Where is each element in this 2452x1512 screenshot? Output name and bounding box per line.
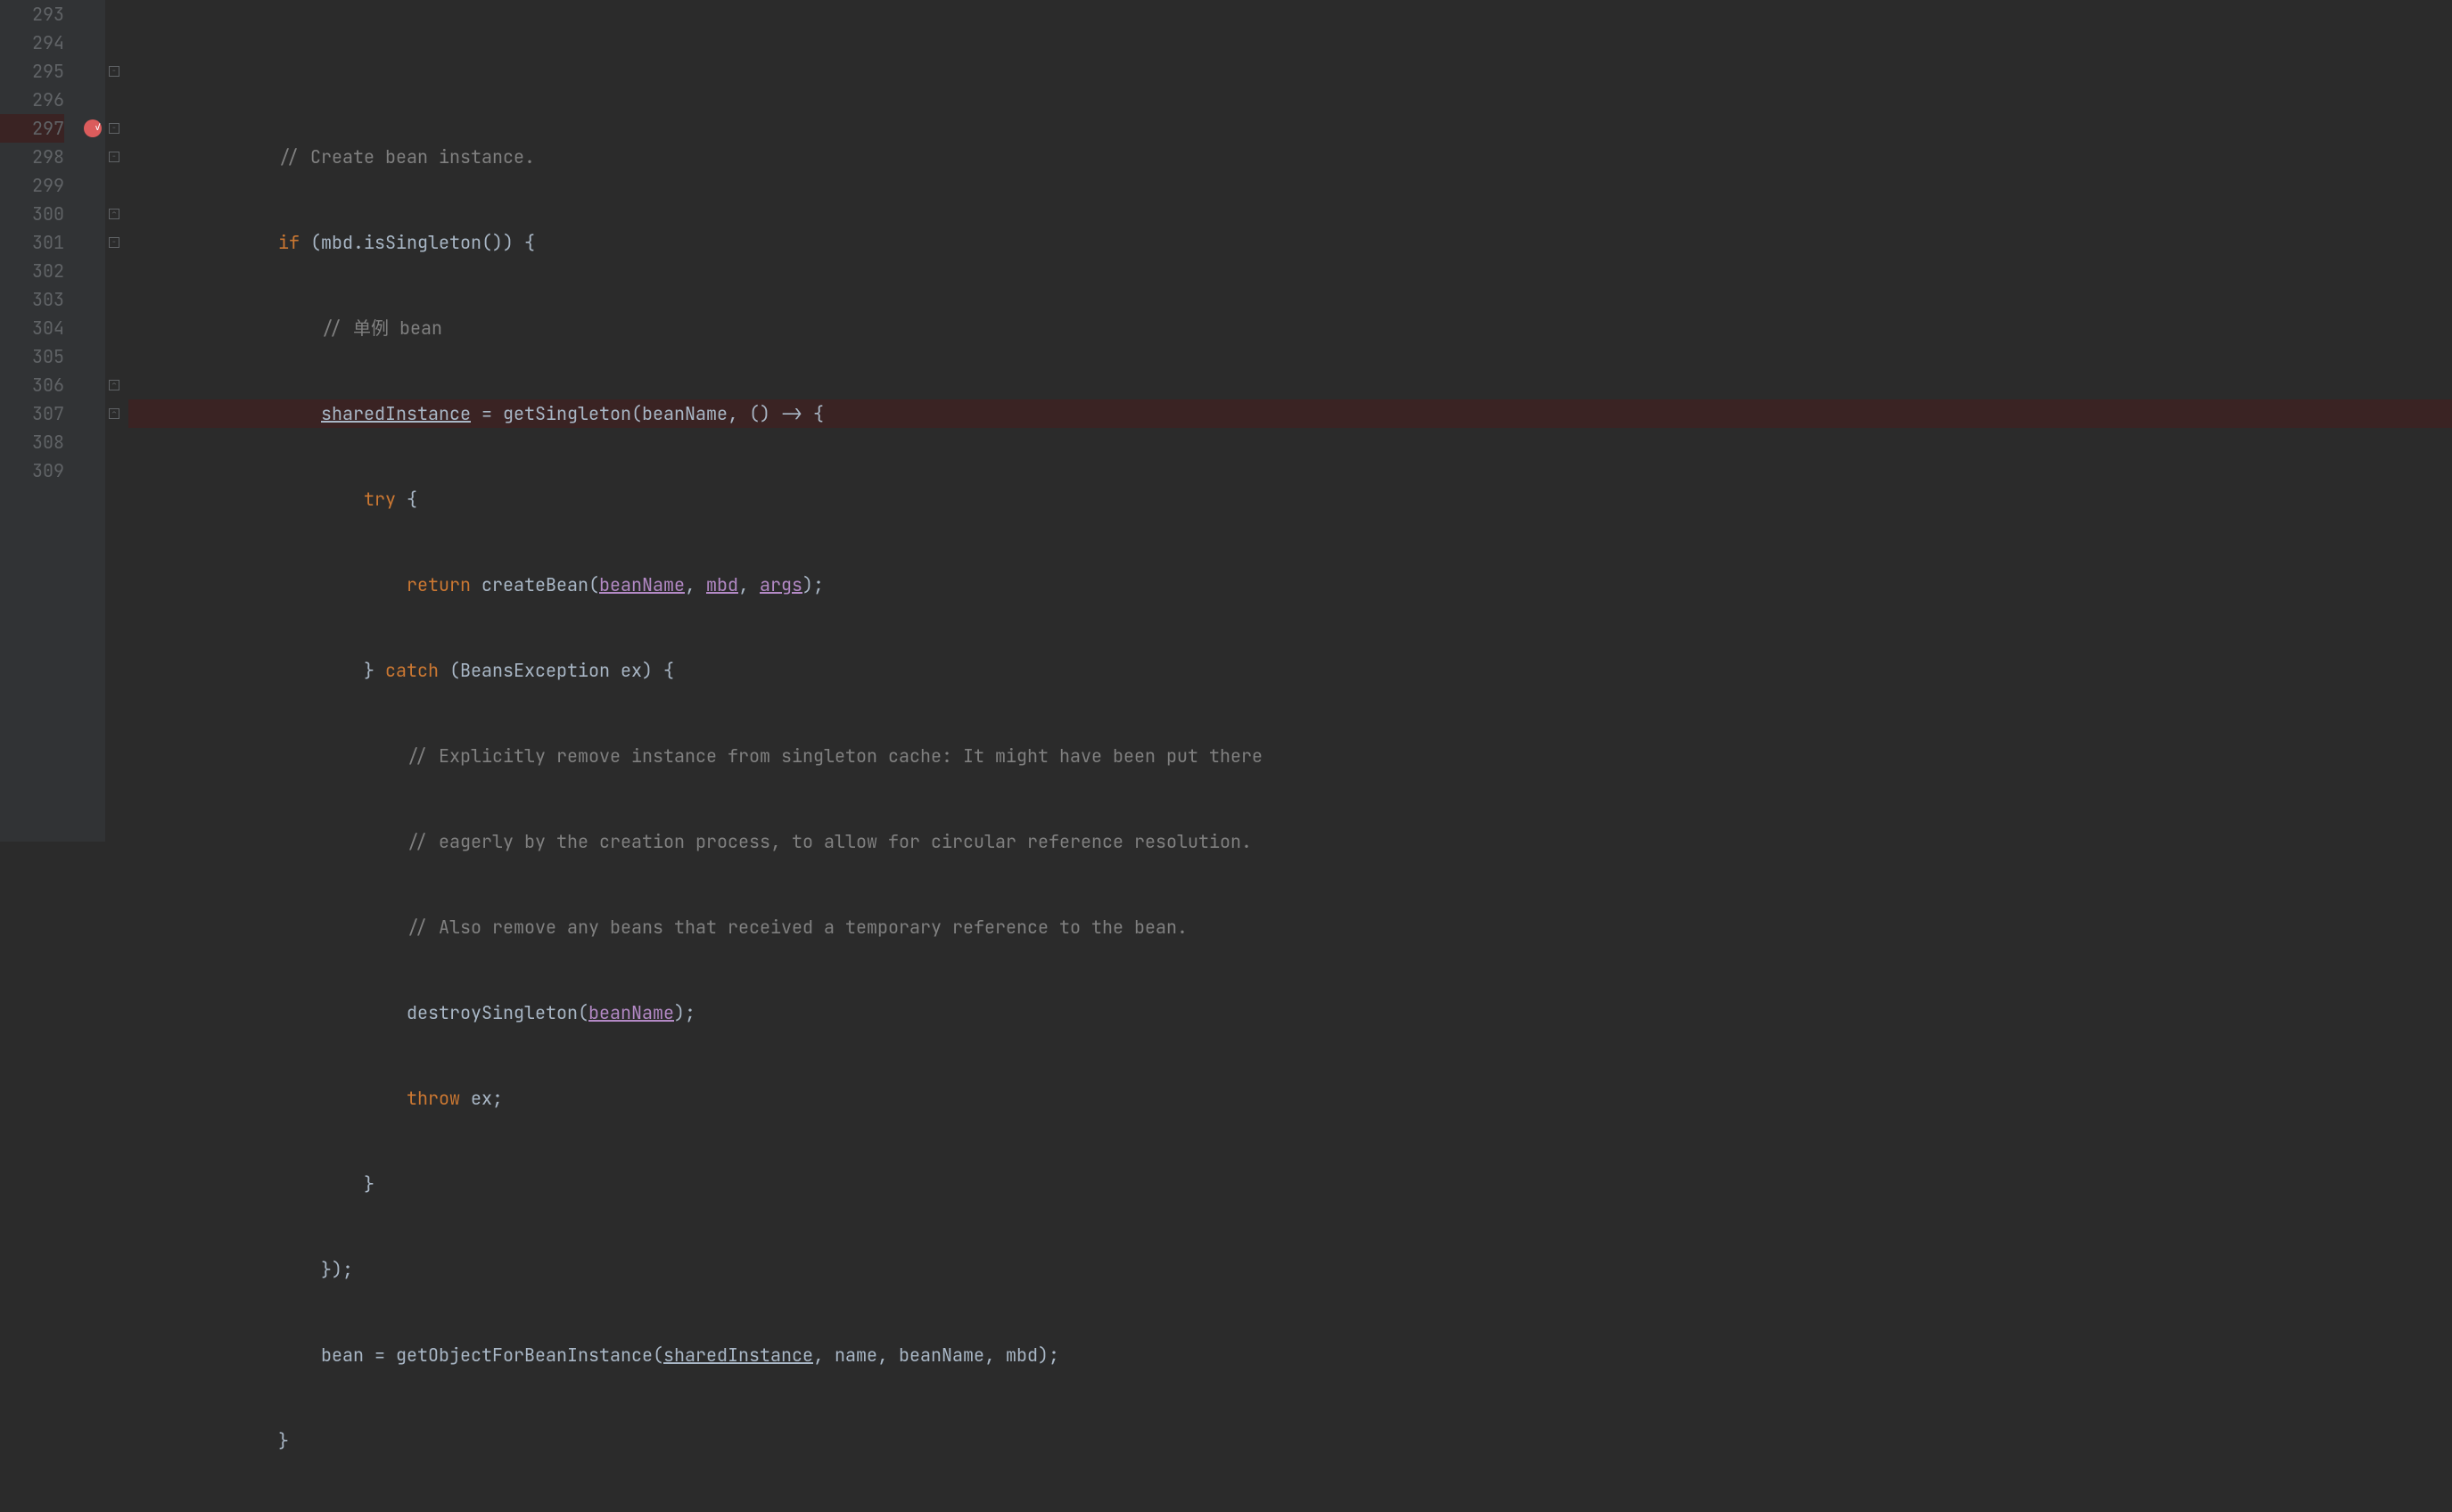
keyword-catch: catch — [385, 659, 439, 682]
keyword-if: if — [278, 231, 300, 254]
parameter: mbd — [706, 573, 738, 596]
comment: // Create bean instance. — [278, 145, 535, 168]
fold-toggle-icon[interactable] — [109, 152, 119, 162]
fold-end-icon[interactable] — [109, 380, 119, 390]
line-number[interactable]: 304 — [0, 314, 64, 342]
fold-toggle-icon[interactable] — [109, 237, 119, 248]
code-editor: 293 294 295 296 297 298 299 300 301 302 … — [0, 0, 2452, 842]
comment: // 单例 bean — [321, 316, 442, 340]
code-line[interactable]: } — [128, 1170, 2452, 1198]
code-line[interactable] — [128, 57, 2452, 86]
comment: // Explicitly remove instance from singl… — [407, 744, 1263, 768]
keyword-return: return — [407, 573, 471, 596]
breakpoint-icon[interactable] — [84, 119, 102, 137]
line-number[interactable]: 309 — [0, 456, 64, 485]
code-line[interactable]: // Also remove any beans that received a… — [128, 913, 2452, 941]
line-number[interactable]: 302 — [0, 257, 64, 285]
parameter: beanName — [588, 1001, 674, 1024]
comment: // eagerly by the creation process, to a… — [407, 830, 1252, 853]
keyword-try: try — [364, 488, 396, 511]
line-number[interactable]: 308 — [0, 428, 64, 456]
fold-end-icon[interactable] — [109, 408, 119, 419]
keyword-throw: throw — [407, 1087, 460, 1110]
code-line[interactable]: // Explicitly remove instance from singl… — [128, 742, 2452, 770]
parameter: beanName — [599, 573, 685, 596]
fold-gutter — [105, 0, 125, 842]
line-number[interactable]: 303 — [0, 285, 64, 314]
code-line-breakpoint[interactable]: sharedInstance = getSingleton(beanName, … — [128, 399, 2452, 428]
line-number[interactable]: 307 — [0, 399, 64, 428]
code-area[interactable]: // Create bean instance. if (mbd.isSingl… — [125, 0, 2452, 842]
code-line[interactable]: try { — [128, 485, 2452, 514]
breakpoint-gutter[interactable] — [80, 0, 105, 842]
parameter: args — [760, 573, 802, 596]
code-line[interactable]: // 单例 bean — [128, 314, 2452, 342]
comment: // Also remove any beans that received a… — [407, 916, 1188, 939]
variable: sharedInstance — [663, 1344, 813, 1367]
line-number[interactable]: 294 — [0, 29, 64, 57]
line-number[interactable]: 300 — [0, 200, 64, 228]
fold-toggle-icon[interactable] — [109, 66, 119, 77]
fold-toggle-icon[interactable] — [109, 123, 119, 134]
line-number[interactable]: 306 — [0, 371, 64, 399]
line-number[interactable]: 297 — [0, 114, 64, 143]
code-line[interactable]: // Create bean instance. — [128, 143, 2452, 171]
code-line[interactable]: return createBean(beanName, mbd, args); — [128, 571, 2452, 599]
code-line[interactable]: destroySingleton(beanName); — [128, 998, 2452, 1027]
variable: sharedInstance — [321, 402, 471, 425]
code-line[interactable]: }); — [128, 1255, 2452, 1284]
line-number-gutter: 293 294 295 296 297 298 299 300 301 302 … — [0, 0, 80, 842]
line-number[interactable]: 305 — [0, 342, 64, 371]
code-line[interactable]: throw ex; — [128, 1084, 2452, 1113]
code-line[interactable]: bean = getObjectForBeanInstance(sharedIn… — [128, 1341, 2452, 1369]
code-line[interactable]: // eagerly by the creation process, to a… — [128, 827, 2452, 856]
line-number[interactable]: 298 — [0, 143, 64, 171]
line-number[interactable]: 301 — [0, 228, 64, 257]
line-number[interactable]: 299 — [0, 171, 64, 200]
fold-end-icon[interactable] — [109, 209, 119, 219]
line-number[interactable]: 295 — [0, 57, 64, 86]
code-line[interactable]: } catch (BeansException ex) { — [128, 656, 2452, 685]
code-line[interactable]: if (mbd.isSingleton()) { — [128, 228, 2452, 257]
code-line[interactable]: } — [128, 1426, 2452, 1455]
line-number[interactable]: 296 — [0, 86, 64, 114]
line-number[interactable]: 293 — [0, 0, 64, 29]
